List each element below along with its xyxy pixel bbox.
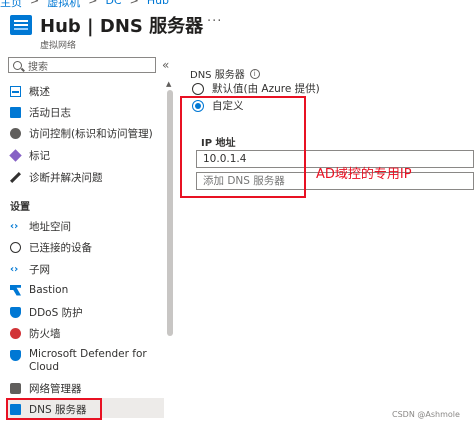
sidebar-item-label: 活动日志 [29, 107, 71, 119]
sidebar-item-overview[interactable]: 概述 [10, 84, 50, 99]
sidebar-item-label: Bastion [29, 284, 69, 296]
sidebar-item-bastion[interactable]: Bastion [10, 284, 68, 296]
sidebar-item-subnets[interactable]: ‹› 子网 [10, 262, 50, 277]
diagnose-icon [10, 172, 21, 183]
sidebar-item-label-2: Cloud [29, 361, 59, 373]
virtual-network-icon [10, 15, 32, 35]
sidebar-item-label: 网络管理器 [29, 383, 82, 395]
highlight-box-dns-nav [6, 398, 102, 420]
sidebar-item-label: 已连接的设备 [29, 242, 92, 254]
page-header: Hub | DNS 服务器 [10, 12, 203, 38]
sidebar-item-label: 标记 [29, 150, 50, 162]
collapse-sidebar-icon[interactable]: « [162, 58, 169, 72]
sidebar-item-label: 概述 [29, 86, 50, 98]
sidebar-item-activity-log[interactable]: 活动日志 [10, 105, 71, 120]
sidebar-item-network-manager[interactable]: 网络管理器 [10, 381, 82, 396]
scroll-up-icon[interactable]: ▲ [166, 80, 171, 88]
info-icon[interactable]: i [249, 68, 260, 79]
sidebar-item-iam[interactable]: 访问控制(标识和访问管理) [10, 126, 153, 141]
sidebar-item-label: 访问控制(标识和访问管理) [29, 128, 153, 140]
breadcrumb: 主页 > 虚拟机 > DC > Hub [0, 0, 169, 9]
firewall-icon [10, 328, 21, 339]
activity-log-icon [10, 107, 21, 118]
page-subtitle: 虚拟网络 [40, 41, 77, 51]
sidebar-item-ddos[interactable]: DDoS 防护 [10, 305, 83, 320]
radio-default-azure[interactable]: 默认值(由 Azure 提供) [192, 81, 320, 96]
sidebar-item-connected-devices[interactable]: 已连接的设备 [10, 240, 92, 255]
breadcrumb-home[interactable]: 主页 [0, 0, 22, 9]
sidebar-scrollbar[interactable] [167, 90, 173, 336]
sidebar-item-label: 地址空间 [29, 221, 71, 233]
sidebar-item-defender[interactable]: Microsoft Defender for Cloud [10, 348, 147, 374]
defender-icon [10, 350, 21, 361]
overview-icon [10, 86, 21, 97]
dns-servers-label: DNS 服务器 i [190, 66, 260, 81]
network-manager-icon [10, 383, 21, 394]
address-space-icon: ‹› [10, 221, 19, 232]
watermark: CSDN @Ashmole [392, 410, 460, 419]
breadcrumb-vm[interactable]: 虚拟机 [47, 0, 80, 9]
search-input[interactable]: 搜索 [8, 57, 156, 73]
section-settings: 设置 [10, 202, 30, 213]
search-icon [13, 60, 22, 70]
annotation-text: AD域控的专用IP [316, 167, 412, 182]
breadcrumb-dc[interactable]: DC [105, 0, 121, 8]
connected-devices-icon [10, 242, 21, 253]
ddos-icon [10, 307, 21, 318]
sidebar-item-label: 子网 [29, 264, 50, 276]
sidebar-item-label: DDoS 防护 [29, 307, 83, 319]
sidebar-item-label: Microsoft Defender for [29, 348, 147, 360]
breadcrumb-hub[interactable]: Hub [147, 0, 169, 8]
iam-icon [10, 128, 21, 139]
more-icon[interactable]: ··· [207, 14, 222, 29]
star-icon[interactable]: ☆ [185, 16, 197, 31]
page-title: Hub | DNS 服务器 [40, 16, 204, 37]
radio-circle[interactable] [192, 82, 204, 95]
sidebar-item-diagnose[interactable]: 诊断并解决问题 [10, 170, 103, 185]
highlight-box-custom-dns [180, 96, 306, 198]
sidebar-item-label: 防火墙 [29, 328, 61, 340]
bastion-icon [10, 284, 21, 296]
sidebar-item-address-space[interactable]: ‹› 地址空间 [10, 219, 71, 234]
tag-icon [9, 149, 22, 162]
sidebar-item-tags[interactable]: 标记 [9, 148, 50, 163]
sidebar-item-firewall[interactable]: 防火墙 [10, 326, 61, 341]
subnet-icon: ‹› [10, 264, 19, 275]
search-placeholder: 搜索 [28, 61, 48, 73]
radio-label: 默认值(由 Azure 提供) [212, 83, 320, 95]
sidebar-item-label: 诊断并解决问题 [29, 172, 103, 184]
